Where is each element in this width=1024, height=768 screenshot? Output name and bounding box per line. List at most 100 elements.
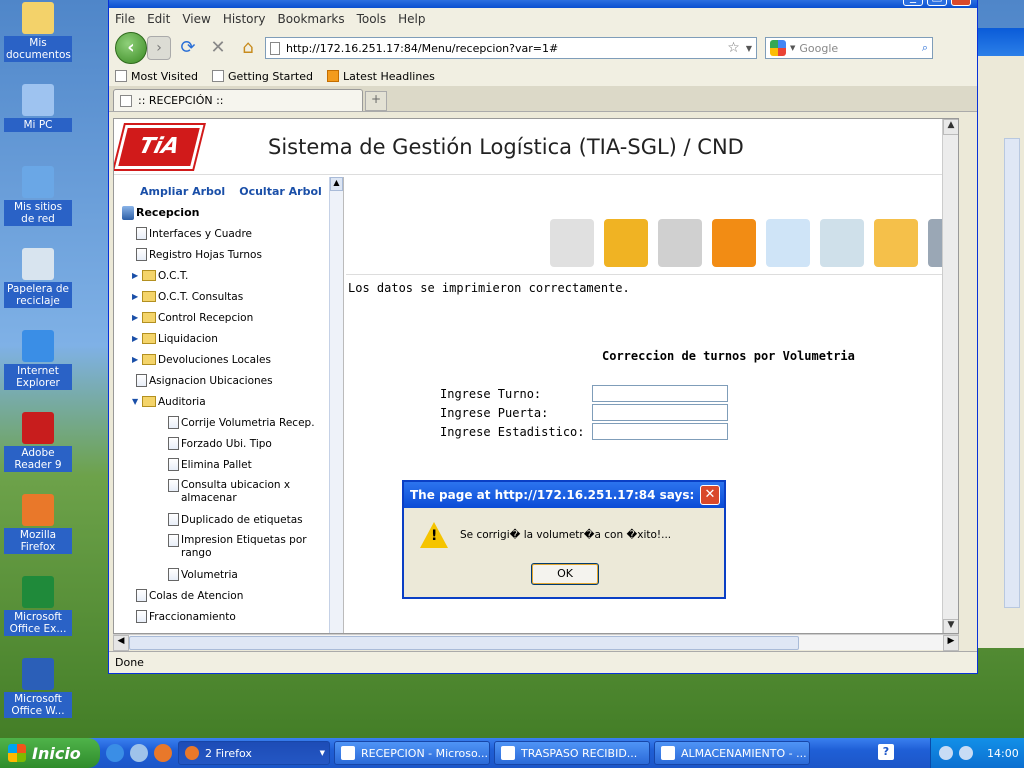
url-bar[interactable]: http://172.16.251.17:84/Menu/recepcion?v… — [265, 37, 757, 59]
close-button[interactable]: × — [951, 0, 971, 6]
expand-arrow-icon[interactable]: ▶ — [132, 292, 140, 301]
home-icon[interactable]: ⌂ — [235, 35, 261, 61]
background-window-titlebar[interactable] — [976, 28, 1024, 56]
tree-item[interactable]: Elimina Pallet — [114, 454, 343, 475]
turno-input[interactable] — [592, 385, 728, 402]
minimize-button[interactable]: _ — [903, 0, 923, 6]
cage-cart-icon[interactable] — [658, 219, 702, 267]
url-text[interactable]: http://172.16.251.17:84/Menu/recepcion?v… — [286, 42, 721, 55]
url-dropdown-icon[interactable]: ▼ — [746, 44, 752, 53]
dialog-titlebar[interactable]: The page at http://172.16.251.17:84 says… — [404, 482, 724, 508]
expand-arrow-icon[interactable]: ▶ — [132, 334, 140, 343]
truck-icon[interactable] — [712, 219, 756, 267]
tree-item[interactable]: Colas de Atencion — [114, 585, 343, 606]
magnifier-icon[interactable] — [766, 219, 810, 267]
scroll-left-icon[interactable]: ◀ — [113, 635, 129, 651]
back-button[interactable]: ‹ — [115, 32, 147, 64]
estadistico-input[interactable] — [592, 423, 728, 440]
horizontal-scrollbar[interactable]: ◀ ▶ — [113, 634, 959, 651]
ie-icon[interactable] — [106, 744, 124, 762]
search-placeholder[interactable]: Google — [799, 42, 917, 55]
menu-item[interactable]: History — [223, 12, 266, 26]
clock[interactable]: 14:00 — [987, 747, 1019, 760]
forklift-icon[interactable] — [604, 219, 648, 267]
magnifier-search-icon[interactable]: ⌕ — [922, 41, 928, 55]
new-tab-button[interactable]: + — [365, 91, 387, 111]
maximize-button[interactable]: □ — [927, 0, 947, 6]
firefox-titlebar[interactable]: _ □ × — [109, 0, 977, 8]
tree-item[interactable]: Asignacion Ubicaciones — [114, 370, 343, 391]
show-desktop-icon[interactable] — [130, 744, 148, 762]
scroll-up-icon[interactable]: ▲ — [330, 177, 343, 191]
tree-item[interactable]: ▶ O.C.T. Consultas — [114, 286, 343, 307]
desktop-icon[interactable]: Mis sitios de red — [4, 166, 72, 226]
desktop-icon[interactable]: Microsoft Office W... — [4, 658, 72, 718]
google-icon[interactable] — [770, 40, 786, 56]
collapse-arrow-icon[interactable]: ▼ — [132, 397, 140, 406]
tree-item[interactable]: ▶ O.C.T. — [114, 265, 343, 286]
bookmark-latest-headlines[interactable]: Latest Headlines — [327, 70, 435, 83]
volume-icon[interactable] — [959, 746, 973, 760]
stop-icon[interactable]: ✕ — [205, 35, 231, 61]
pallet-icon[interactable] — [550, 219, 594, 267]
search-dropdown-icon[interactable]: ▼ — [790, 44, 795, 52]
expand-arrow-icon[interactable]: ▶ — [132, 313, 140, 322]
tree-item[interactable]: Corrije Volumetria Recep. — [114, 412, 343, 433]
menu-item[interactable]: Tools — [357, 12, 387, 26]
desktop-icon[interactable]: Papelera de reciclaje — [4, 248, 72, 308]
expand-arrow-icon[interactable]: ▶ — [132, 271, 140, 280]
desktop-icon[interactable]: Internet Explorer — [4, 330, 72, 390]
tab-recepcion[interactable]: :: RECEPCIÓN :: — [113, 89, 363, 111]
expand-arrow-icon[interactable]: ▶ — [132, 355, 140, 364]
star-icon[interactable]: ☆ — [727, 40, 740, 56]
tree-item[interactable]: Consulta ubicacion x almacenar — [114, 475, 343, 509]
puerta-input[interactable] — [592, 404, 728, 421]
tree-item[interactable]: ▶ Control Recepcion — [114, 307, 343, 328]
start-button[interactable]: Inicio — [0, 738, 100, 768]
menu-item[interactable]: Bookmarks — [278, 12, 345, 26]
menu-item[interactable]: File — [115, 12, 135, 26]
folder-chart-icon[interactable] — [820, 219, 864, 267]
desktop-icon[interactable]: Mis documentos — [4, 2, 72, 62]
scroll-down-icon[interactable]: ▼ — [943, 619, 958, 633]
menu-item[interactable]: Edit — [147, 12, 170, 26]
ok-button[interactable]: OK — [531, 563, 599, 585]
search-box[interactable]: ▼ Google ⌕ — [765, 37, 933, 59]
scroll-thumb[interactable] — [129, 636, 799, 650]
tree-item[interactable]: ▼ Auditoria — [114, 391, 343, 412]
forward-button[interactable]: › — [147, 36, 171, 60]
firefox-icon[interactable] — [154, 744, 172, 762]
tree-item[interactable]: Recepcion — [114, 202, 343, 223]
help-icon[interactable]: ? — [878, 744, 894, 760]
calendar-icon[interactable] — [874, 219, 918, 267]
desktop-icon[interactable]: Mozilla Firefox — [4, 494, 72, 554]
tree-item[interactable]: Interfaces y Cuadre — [114, 223, 343, 244]
page-scrollbar[interactable]: ▲ ▼ — [942, 119, 958, 633]
desktop-icon[interactable]: Microsoft Office Ex... — [4, 576, 72, 636]
taskbar-traspaso[interactable]: TRASPASO RECIBID... — [494, 741, 650, 765]
tree-item[interactable]: Impresion Etiquetas por rango — [114, 530, 343, 564]
tree-scrollbar[interactable]: ▲ — [329, 177, 343, 633]
tree-item[interactable]: Volumetria — [114, 564, 343, 585]
hide-tree-link[interactable]: Ocultar Arbol — [239, 185, 322, 198]
network-icon[interactable] — [939, 746, 953, 760]
background-window-scrollbar[interactable] — [1004, 138, 1020, 608]
tree-item[interactable]: Forzado Ubi. Tipo — [114, 433, 343, 454]
tree-item[interactable]: ▶ Devoluciones Locales — [114, 349, 343, 370]
scroll-up-icon[interactable]: ▲ — [943, 119, 958, 135]
tree-item[interactable]: Fraccionamiento — [114, 606, 343, 627]
bookmark-most-visited[interactable]: Most Visited — [115, 70, 198, 83]
desktop-icon[interactable]: Mi PC — [4, 84, 72, 132]
menu-item[interactable]: View — [182, 12, 210, 26]
expand-tree-link[interactable]: Ampliar Arbol — [140, 185, 225, 198]
background-window[interactable] — [975, 28, 1024, 648]
desktop-icon[interactable]: Adobe Reader 9 — [4, 412, 72, 472]
scroll-right-icon[interactable]: ▶ — [943, 635, 959, 651]
taskbar-recepcion[interactable]: RECEPCION - Microso... — [334, 741, 490, 765]
dialog-close-button[interactable]: ✕ — [700, 485, 720, 505]
tree-item[interactable]: Registro Hojas Turnos — [114, 244, 343, 265]
taskbar-firefox[interactable]: 2 Firefox ▼ — [178, 741, 330, 765]
menu-item[interactable]: Help — [398, 12, 425, 26]
reload-icon[interactable]: ⟳ — [175, 35, 201, 61]
bookmark-getting-started[interactable]: Getting Started — [211, 70, 313, 83]
